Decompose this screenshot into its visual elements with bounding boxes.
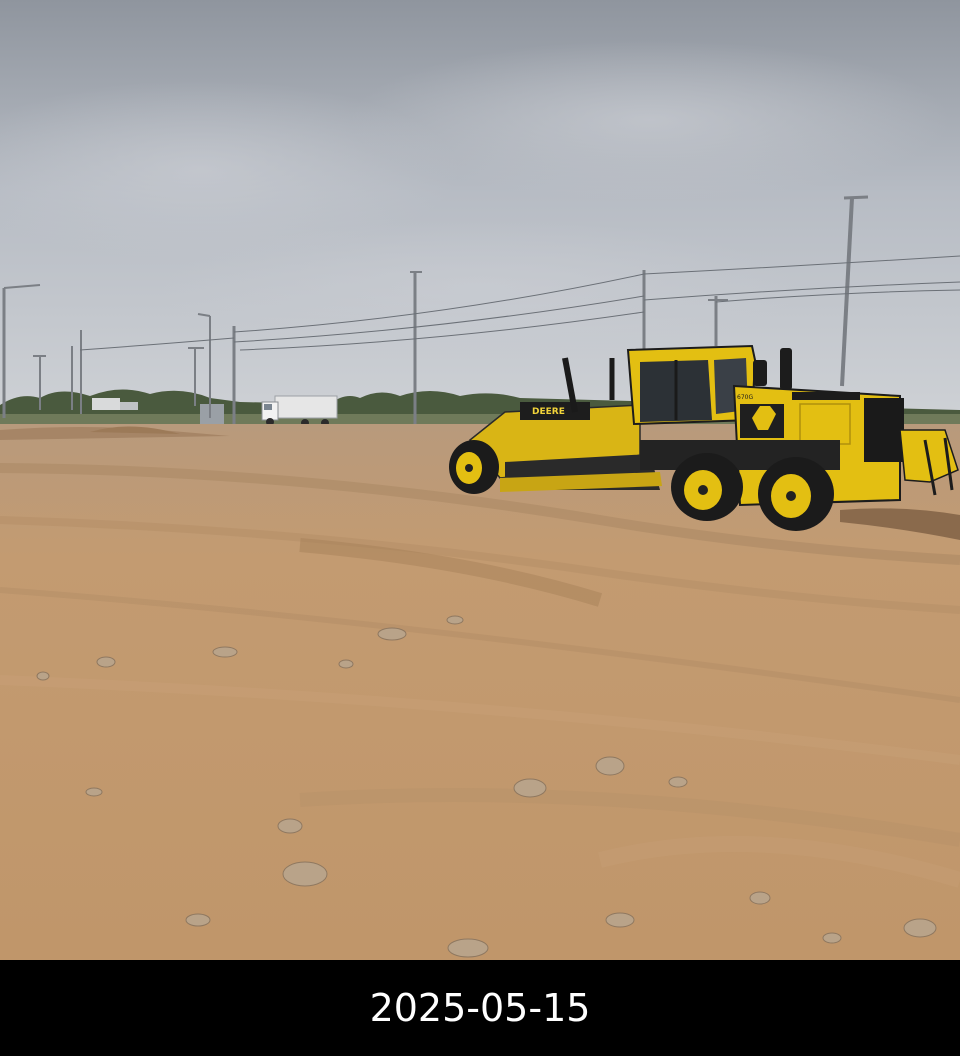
deere-decal: DEERE — [532, 407, 565, 417]
rear-wheel-1 — [671, 453, 743, 521]
front-wheel — [449, 440, 499, 494]
model-decal: 670G — [737, 394, 753, 401]
construction-site-photo: DEERE 670G — [0, 0, 960, 960]
date-caption: 2025-05-15 — [369, 986, 591, 1030]
rear-wheel-2 — [758, 457, 834, 531]
date-caption-bar: 2025-05-15 — [0, 960, 960, 1056]
sky — [0, 0, 960, 430]
